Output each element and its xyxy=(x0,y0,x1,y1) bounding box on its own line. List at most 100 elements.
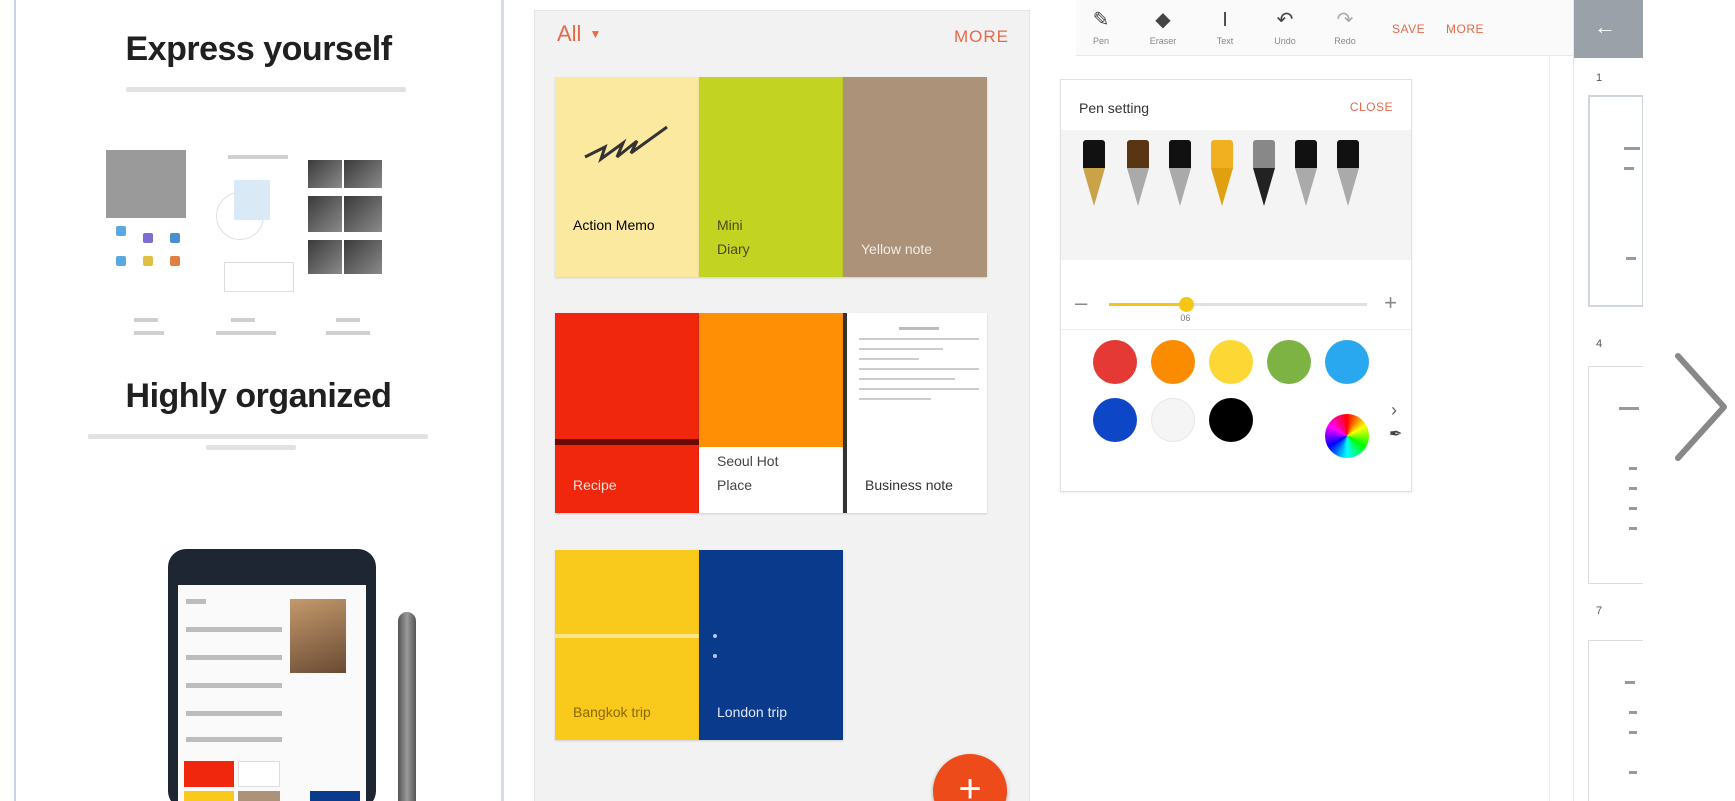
notebook-title: London trip xyxy=(717,704,788,720)
slider-fill xyxy=(1109,303,1187,306)
slider-track[interactable]: 06 xyxy=(1109,297,1367,323)
save-button[interactable]: SAVE xyxy=(1392,22,1425,36)
notebook-card[interactable]: Mini Diary xyxy=(699,77,843,277)
notebook-title: Bangkok trip xyxy=(573,704,651,720)
tool-label: Undo xyxy=(1274,36,1296,46)
color-swatch[interactable] xyxy=(1209,340,1253,384)
page-thumbnail[interactable] xyxy=(1588,95,1643,307)
more-button[interactable]: MORE xyxy=(1446,22,1484,36)
calligraphy-pen-icon[interactable] xyxy=(1211,140,1233,206)
page-thumbnail[interactable] xyxy=(1588,366,1643,584)
editor-toolbar: ✎ Pen ◆ Eraser I Text ↶ Undo ↷ Redo SAVE… xyxy=(1076,0,1590,56)
filter-label: All xyxy=(557,21,582,46)
color-swatch[interactable] xyxy=(1267,340,1311,384)
add-notebook-button[interactable]: + xyxy=(933,754,1007,801)
notebook-title: Seoul Hot xyxy=(717,453,779,469)
heading-highly-organized: Highly organized xyxy=(125,377,392,415)
phone-screen xyxy=(178,585,366,801)
toolbar-strip xyxy=(228,155,288,159)
color-swatch[interactable] xyxy=(1151,398,1195,442)
color-swatch[interactable] xyxy=(1325,340,1369,384)
subtitle-text xyxy=(126,87,406,92)
slider-knob[interactable] xyxy=(1179,297,1195,312)
more-button[interactable]: MORE xyxy=(954,27,1009,47)
color-swatch[interactable] xyxy=(1209,398,1253,442)
screenshot-collage: Express yourself Highly organized All ▼ … xyxy=(0,0,1735,801)
redo-icon: ↷ xyxy=(1336,9,1354,31)
page-number: 4 xyxy=(1596,338,1603,350)
notebook-title: Mini xyxy=(717,217,743,233)
editor-panel: ✎ Pen ◆ Eraser I Text ↶ Undo ↷ Redo SAVE… xyxy=(1050,0,1590,801)
close-button[interactable]: CLOSE xyxy=(1350,100,1393,114)
tool-label: Pen xyxy=(1092,36,1109,46)
notebook-card[interactable]: Yellow note xyxy=(843,77,987,277)
ballpoint-pen-icon[interactable] xyxy=(1295,140,1317,206)
pencil-pen-icon[interactable] xyxy=(1169,140,1191,206)
tool-label: Text xyxy=(1216,36,1234,46)
app-icon xyxy=(116,226,126,236)
tool-label: Redo xyxy=(1334,36,1356,46)
photo-thumb xyxy=(344,160,382,188)
notebook-title: Yellow note xyxy=(861,241,933,257)
notebook-card[interactable]: Action Memo xyxy=(555,77,699,277)
back-arrow-icon[interactable]: ← xyxy=(1594,14,1616,40)
marker-pen-icon[interactable] xyxy=(1253,140,1275,206)
notebooks-panel: All ▼ MORE Action Memo Mini Diary Yellow… xyxy=(534,10,1030,801)
page-number: 1 xyxy=(1596,72,1603,84)
photo-thumb xyxy=(308,240,342,274)
subtitle-text xyxy=(88,434,428,439)
fountain-pen-icon[interactable] xyxy=(1083,140,1105,206)
caption-text xyxy=(134,318,158,322)
pen-setting-title: Pen setting xyxy=(1079,100,1150,116)
eraser-icon: ◆ xyxy=(1155,9,1171,31)
chevron-right-icon[interactable] xyxy=(1670,352,1730,462)
caption-text xyxy=(326,331,370,335)
color-swatch[interactable] xyxy=(1093,398,1137,442)
page-thumbnails-panel: ← 1 4 7 xyxy=(1573,0,1643,801)
caption-text xyxy=(216,331,276,335)
plus-icon[interactable]: + xyxy=(1384,290,1397,316)
s-pen-image xyxy=(398,612,416,801)
brush-pen-icon[interactable] xyxy=(1127,140,1149,206)
color-swatch[interactable] xyxy=(1151,340,1195,384)
color-wheel-icon[interactable] xyxy=(1325,414,1369,458)
notebook-subtitle: Diary xyxy=(717,241,750,257)
highlighter-pen-icon[interactable] xyxy=(1337,140,1359,206)
heading-express-yourself: Express yourself xyxy=(125,30,392,68)
drawing-sketch xyxy=(234,180,270,220)
page-number: 7 xyxy=(1596,605,1603,617)
undo-button[interactable]: ↶ Undo xyxy=(1260,8,1310,46)
pen-size-slider[interactable]: – 06 + xyxy=(1061,270,1411,330)
phone-photo xyxy=(290,599,346,673)
notebook-card[interactable]: Business note xyxy=(843,313,987,513)
caption-text xyxy=(134,331,164,335)
notebook-card[interactable]: Bangkok trip xyxy=(555,550,699,740)
eyedropper-icon[interactable]: ✒ xyxy=(1389,424,1402,444)
notebook-title: Recipe xyxy=(573,477,617,493)
tool-label: Eraser xyxy=(1149,36,1177,46)
chevron-right-icon[interactable]: › xyxy=(1391,400,1397,421)
notebook-card[interactable]: Recipe xyxy=(555,313,699,513)
handwriting-icon xyxy=(584,125,668,163)
top-bar: ← xyxy=(1574,0,1643,58)
app-icon xyxy=(143,256,153,266)
filter-dropdown[interactable]: All ▼ xyxy=(557,21,601,47)
eraser-tool-button[interactable]: ◆ Eraser xyxy=(1138,8,1188,46)
pen-tool-button[interactable]: ✎ Pen xyxy=(1076,8,1126,46)
caption-text xyxy=(336,318,360,322)
mini-dialog xyxy=(224,262,294,292)
page-thumbnail[interactable] xyxy=(1588,640,1643,801)
notebook-card[interactable]: Seoul Hot Place xyxy=(699,313,843,513)
redo-button[interactable]: ↷ Redo xyxy=(1320,8,1370,46)
pen-type-selector xyxy=(1061,130,1411,260)
color-swatch[interactable] xyxy=(1093,340,1137,384)
text-tool-button[interactable]: I Text xyxy=(1200,8,1250,46)
thumbnail-image xyxy=(106,150,186,218)
notebook-card[interactable]: London trip xyxy=(699,550,843,740)
photo-thumb xyxy=(344,240,382,274)
caption-text xyxy=(231,318,255,322)
document-preview xyxy=(859,327,979,431)
minus-icon[interactable]: – xyxy=(1075,290,1087,316)
subtitle-text xyxy=(206,445,296,450)
undo-icon: ↶ xyxy=(1276,9,1294,31)
